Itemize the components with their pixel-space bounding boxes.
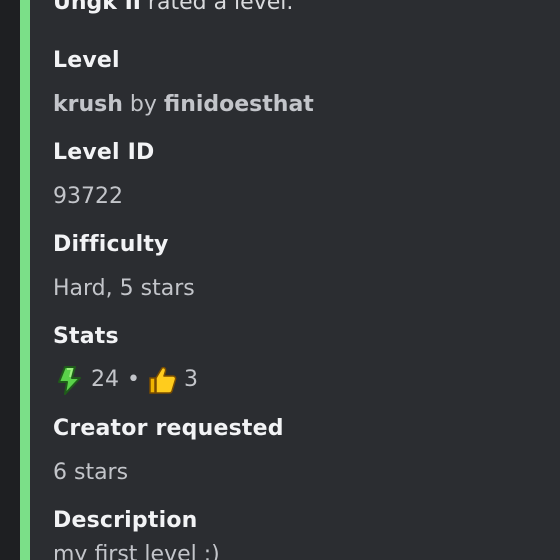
level-name: krush xyxy=(53,92,123,117)
green-download-arrow-icon xyxy=(53,364,85,396)
field-name-creator-requested: Creator requested xyxy=(53,416,284,441)
field-value-description: my first level :) xyxy=(53,542,220,560)
downloads-count: 24 xyxy=(91,367,119,392)
field-name-stats: Stats xyxy=(53,324,119,349)
embed-accent-bar xyxy=(20,0,30,560)
header-action: rated a level. xyxy=(140,0,294,15)
field-value-stats: 24 • 3 xyxy=(53,364,206,396)
header-username[interactable]: Ungk II xyxy=(53,0,141,15)
likes-count: 3 xyxy=(183,367,198,392)
thumbs-up-icon xyxy=(146,364,178,396)
embed-header: Ungk II rated a level. xyxy=(53,0,293,18)
field-value-difficulty: Hard, 5 stars xyxy=(53,276,195,301)
field-value-level: krush by finidoesthat xyxy=(53,90,314,120)
level-by: by xyxy=(129,92,157,117)
field-name-level-id: Level ID xyxy=(53,140,155,165)
field-name-difficulty: Difficulty xyxy=(53,232,169,257)
level-rating-embed: Ungk II rated a level. Level krush by fi… xyxy=(20,0,560,560)
level-creator: finidoesthat xyxy=(163,92,314,117)
field-value-creator-requested: 6 stars xyxy=(53,460,129,485)
stats-separator: • xyxy=(127,367,140,392)
field-name-description: Description xyxy=(53,508,198,533)
field-name-level: Level xyxy=(53,48,120,73)
field-value-level-id: 93722 xyxy=(53,184,123,209)
